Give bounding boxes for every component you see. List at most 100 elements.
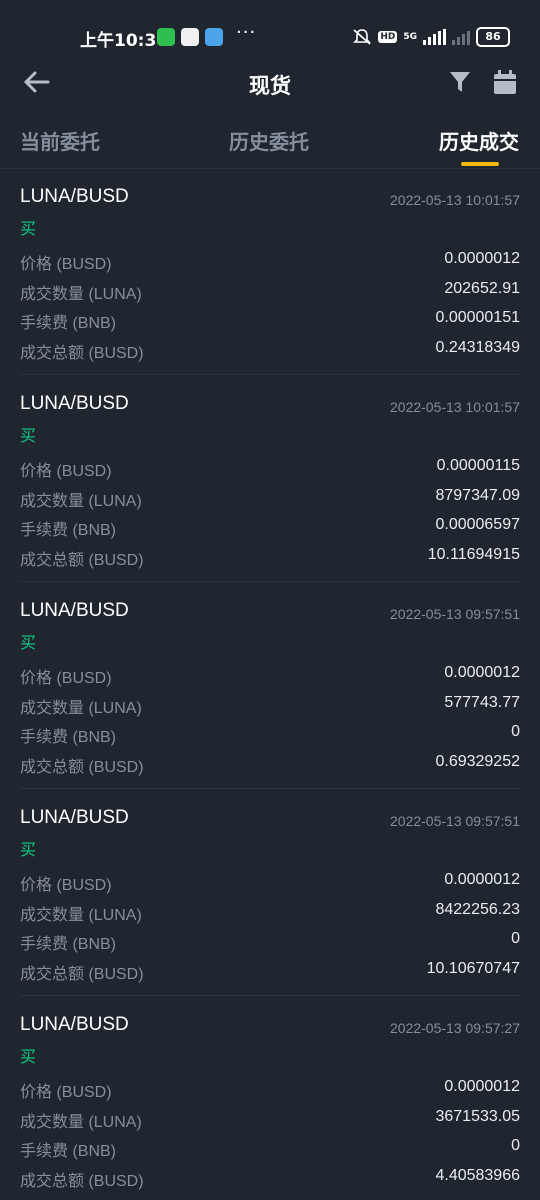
tab-order-history[interactable]: 历史委托 bbox=[229, 126, 309, 155]
trade-pair: LUNA/BUSD bbox=[20, 1014, 129, 1035]
fee-value: 0.00006597 bbox=[435, 516, 520, 533]
trade-item[interactable]: LUNA/BUSD 2022-05-13 10:01:57 买 价格 (BUSD… bbox=[20, 168, 520, 375]
quantity-value: 577743.77 bbox=[444, 694, 520, 711]
fee-row: 手续费 (BNB) 0.00006597 bbox=[20, 516, 520, 542]
fee-value: 0 bbox=[511, 1137, 520, 1154]
price-value: 0.0000012 bbox=[444, 871, 520, 888]
total-label: 成交总额 (BUSD) bbox=[20, 1173, 144, 1190]
trade-time: 2022-05-13 09:57:51 bbox=[390, 813, 520, 829]
trade-item[interactable]: LUNA/BUSD 2022-05-13 09:57:27 买 价格 (BUSD… bbox=[20, 996, 520, 1200]
fee-label: 手续费 (BNB) bbox=[20, 936, 117, 953]
trade-time: 2022-05-13 09:57:27 bbox=[390, 1020, 520, 1036]
spot-trade-history-screen: 上午10:30 ··· HD 5G 86 现货 当前委托 历史委托 历史成交 L… bbox=[0, 0, 540, 1200]
trade-side: 买 bbox=[20, 426, 37, 445]
trade-history-list: LUNA/BUSD 2022-05-13 10:01:57 买 价格 (BUSD… bbox=[0, 168, 540, 1200]
fee-row: 手续费 (BNB) 0 bbox=[20, 1137, 520, 1163]
price-value: 0.00000115 bbox=[436, 457, 520, 474]
trade-side: 买 bbox=[20, 840, 37, 859]
fee-value: 0.00000151 bbox=[435, 309, 520, 326]
quantity-label: 成交数量 (LUNA) bbox=[20, 907, 142, 924]
weather-notification-icon bbox=[205, 28, 223, 46]
trade-pair: LUNA/BUSD bbox=[20, 807, 129, 828]
status-indicators: HD 5G 86 bbox=[352, 27, 510, 47]
mute-bell-icon bbox=[353, 29, 372, 45]
fee-label: 手续费 (BNB) bbox=[20, 315, 117, 332]
battery-icon: 86 bbox=[476, 27, 510, 47]
price-label: 价格 (BUSD) bbox=[20, 670, 112, 687]
quantity-label: 成交数量 (LUNA) bbox=[20, 700, 142, 717]
active-tab-indicator bbox=[461, 162, 499, 166]
news-notification-icon bbox=[181, 28, 199, 46]
total-row: 成交总额 (BUSD) 10.11694915 bbox=[20, 546, 520, 572]
price-value: 0.0000012 bbox=[444, 664, 520, 681]
quantity-row: 成交数量 (LUNA) 202652.91 bbox=[20, 280, 520, 306]
price-label: 价格 (BUSD) bbox=[20, 1084, 112, 1101]
price-row: 价格 (BUSD) 0.0000012 bbox=[20, 664, 520, 690]
trade-pair: LUNA/BUSD bbox=[20, 600, 129, 621]
quantity-row: 成交数量 (LUNA) 8797347.09 bbox=[20, 487, 520, 513]
total-row: 成交总额 (BUSD) 0.69329252 bbox=[20, 753, 520, 779]
price-label: 价格 (BUSD) bbox=[20, 877, 112, 894]
total-row: 成交总额 (BUSD) 10.10670747 bbox=[20, 960, 520, 986]
trade-pair: LUNA/BUSD bbox=[20, 186, 129, 207]
price-label: 价格 (BUSD) bbox=[20, 256, 112, 273]
quantity-value: 8422256.23 bbox=[435, 901, 520, 918]
total-value: 10.10670747 bbox=[426, 960, 520, 977]
wechat-notification-icon bbox=[157, 28, 175, 46]
fee-row: 手续费 (BNB) 0 bbox=[20, 930, 520, 956]
total-label: 成交总额 (BUSD) bbox=[20, 966, 144, 983]
tab-open-orders[interactable]: 当前委托 bbox=[20, 126, 100, 155]
trade-side: 买 bbox=[20, 633, 37, 652]
calendar-icon[interactable] bbox=[492, 68, 518, 96]
trade-pair: LUNA/BUSD bbox=[20, 393, 129, 414]
fee-label: 手续费 (BNB) bbox=[20, 1143, 117, 1160]
hd-voice-icon: HD bbox=[378, 31, 398, 43]
status-time: 上午10:30 bbox=[80, 31, 169, 51]
total-label: 成交总额 (BUSD) bbox=[20, 552, 144, 569]
network-type-label: 5G bbox=[403, 31, 417, 42]
fee-row: 手续费 (BNB) 0.00000151 bbox=[20, 309, 520, 335]
price-row: 价格 (BUSD) 0.00000115 bbox=[20, 457, 520, 483]
total-value: 0.24318349 bbox=[435, 339, 520, 356]
price-label: 价格 (BUSD) bbox=[20, 463, 112, 480]
total-value: 10.11694915 bbox=[427, 546, 520, 563]
filter-icon[interactable] bbox=[448, 69, 472, 95]
price-value: 0.0000012 bbox=[444, 250, 520, 267]
total-row: 成交总额 (BUSD) 4.40583966 bbox=[20, 1167, 520, 1193]
quantity-row: 成交数量 (LUNA) 577743.77 bbox=[20, 694, 520, 720]
quantity-label: 成交数量 (LUNA) bbox=[20, 286, 142, 303]
fee-row: 手续费 (BNB) 0 bbox=[20, 723, 520, 749]
quantity-row: 成交数量 (LUNA) 8422256.23 bbox=[20, 901, 520, 927]
total-value: 0.69329252 bbox=[435, 753, 520, 770]
fee-label: 手续费 (BNB) bbox=[20, 729, 117, 746]
total-row: 成交总额 (BUSD) 0.24318349 bbox=[20, 339, 520, 365]
more-notifications-icon: ··· bbox=[236, 22, 257, 43]
trade-side: 买 bbox=[20, 219, 37, 238]
trade-item[interactable]: LUNA/BUSD 2022-05-13 09:57:51 买 价格 (BUSD… bbox=[20, 789, 520, 996]
price-row: 价格 (BUSD) 0.0000012 bbox=[20, 1078, 520, 1104]
trade-time: 2022-05-13 10:01:57 bbox=[390, 399, 520, 415]
quantity-label: 成交数量 (LUNA) bbox=[20, 493, 142, 510]
quantity-value: 8797347.09 bbox=[435, 487, 520, 504]
tab-trade-history[interactable]: 历史成交 bbox=[439, 126, 519, 155]
fee-value: 0 bbox=[511, 723, 520, 740]
quantity-row: 成交数量 (LUNA) 3671533.05 bbox=[20, 1108, 520, 1134]
secondary-signal-icon bbox=[452, 29, 470, 45]
trade-time: 2022-05-13 10:01:57 bbox=[390, 192, 520, 208]
fee-label: 手续费 (BNB) bbox=[20, 522, 117, 539]
order-tabs: 当前委托 历史委托 历史成交 bbox=[0, 112, 540, 169]
price-row: 价格 (BUSD) 0.0000012 bbox=[20, 250, 520, 276]
trade-item[interactable]: LUNA/BUSD 2022-05-13 09:57:51 买 价格 (BUSD… bbox=[20, 582, 520, 789]
total-label: 成交总额 (BUSD) bbox=[20, 345, 144, 362]
quantity-label: 成交数量 (LUNA) bbox=[20, 1114, 142, 1131]
trade-item[interactable]: LUNA/BUSD 2022-05-13 10:01:57 买 价格 (BUSD… bbox=[20, 375, 520, 582]
total-label: 成交总额 (BUSD) bbox=[20, 759, 144, 776]
trade-time: 2022-05-13 09:57:51 bbox=[390, 606, 520, 622]
quantity-value: 202652.91 bbox=[444, 280, 520, 297]
signal-strength-icon bbox=[423, 29, 446, 45]
app-bar: 现货 bbox=[0, 56, 540, 112]
trade-side: 买 bbox=[20, 1047, 37, 1066]
quantity-value: 3671533.05 bbox=[435, 1108, 520, 1125]
fee-value: 0 bbox=[511, 930, 520, 947]
price-value: 0.0000012 bbox=[444, 1078, 520, 1095]
